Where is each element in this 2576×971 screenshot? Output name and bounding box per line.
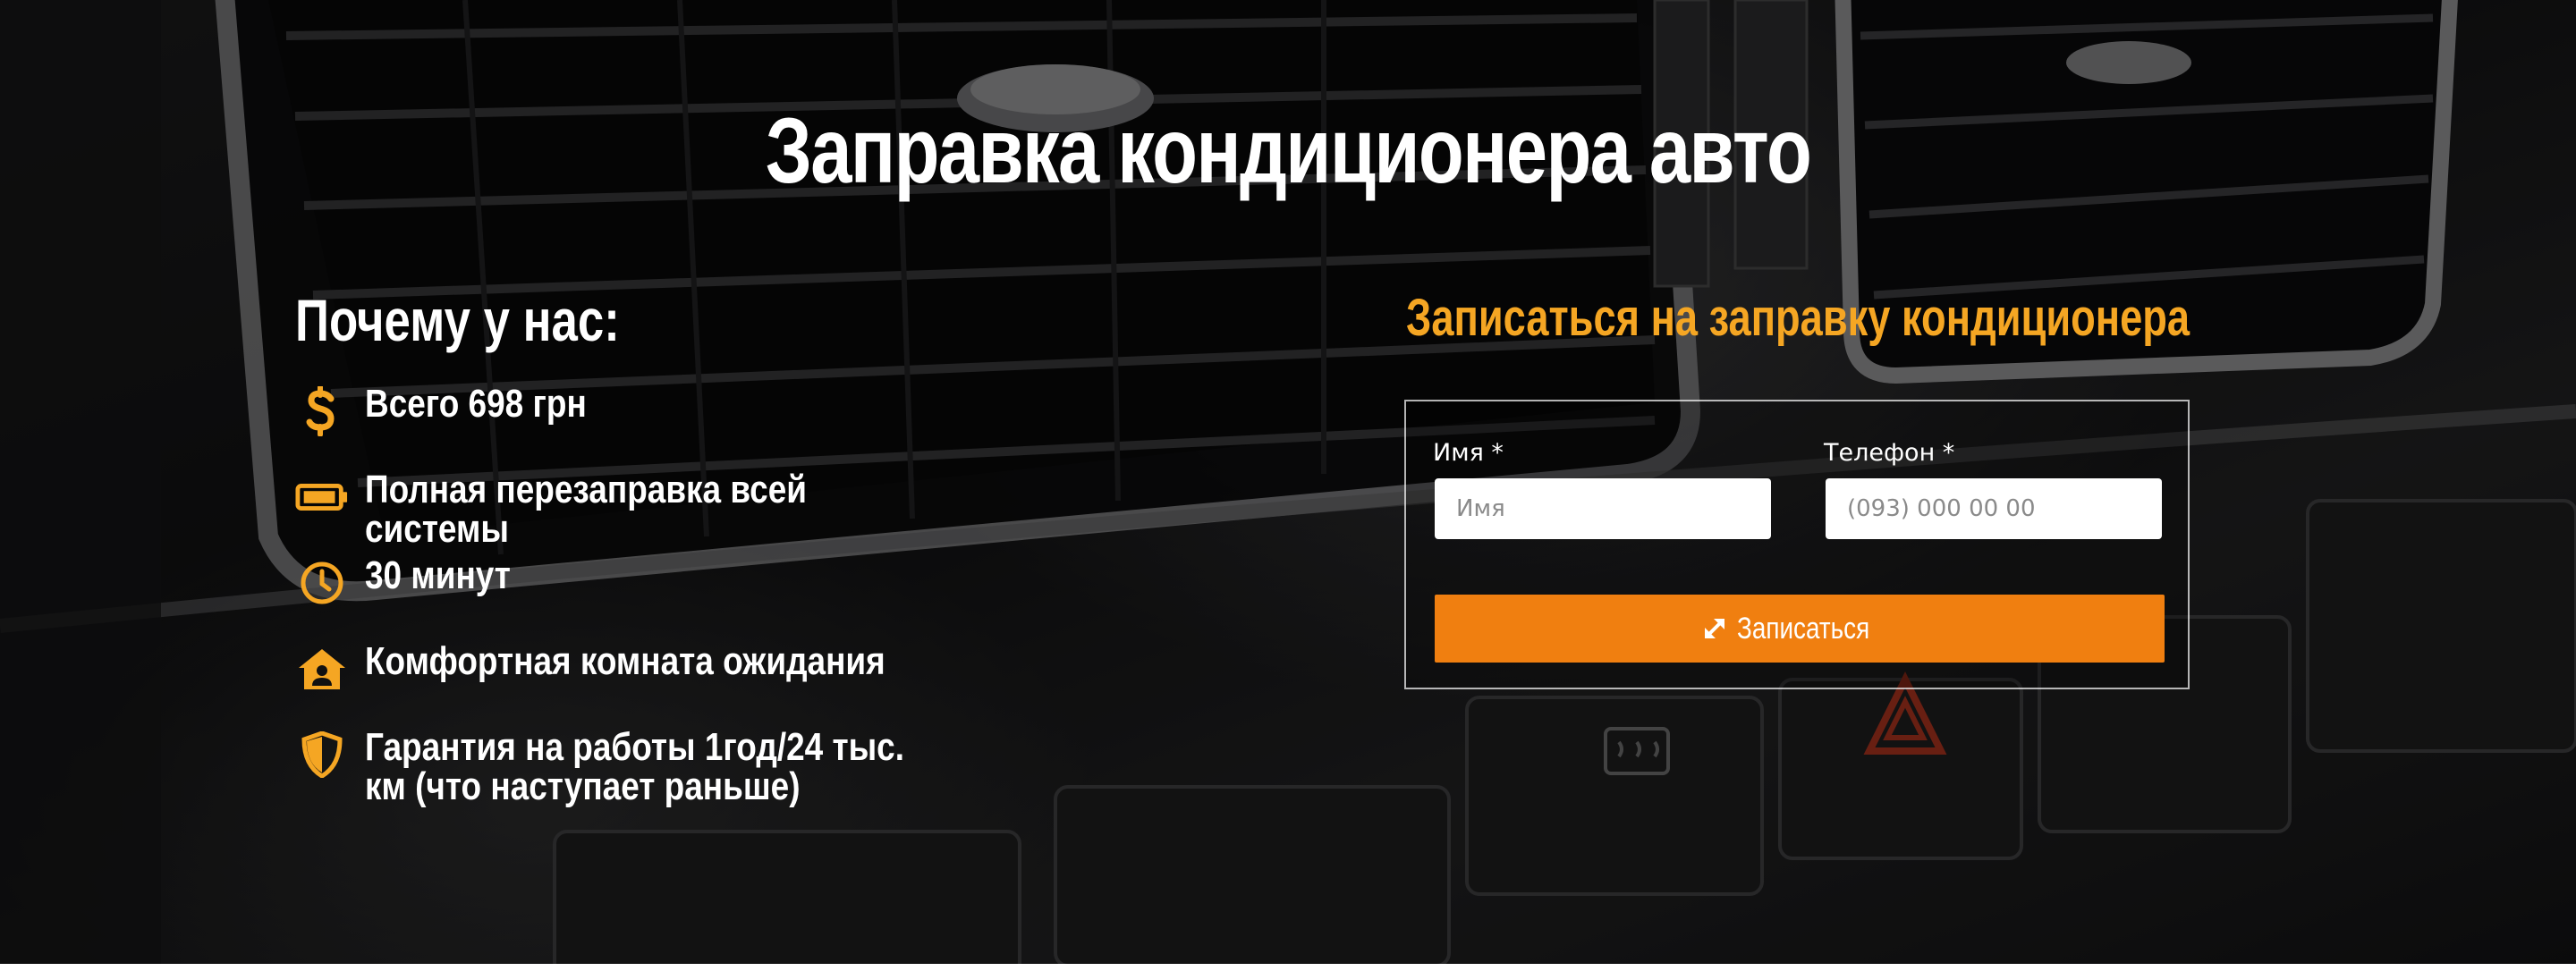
expand-arrows-icon (1701, 615, 1728, 642)
why-us-heading: Почему у нас: (295, 287, 620, 353)
phone-label: Телефон * (1824, 439, 1955, 467)
feature-text: Полная перезаправка всей системы (365, 468, 807, 551)
feature-item-time: 30 минут (295, 556, 1297, 642)
submit-label: Записаться (1736, 611, 1869, 646)
clock-icon (295, 556, 349, 610)
feature-text: Гарантия на работы 1год/24 тыс. км (что … (365, 725, 904, 808)
feature-text: Комфортная комната ожидания (365, 639, 886, 683)
appointment-form: Имя * Телефон * Записаться (1404, 400, 2190, 689)
battery-icon (295, 470, 349, 524)
submit-button[interactable]: Записаться (1435, 595, 2165, 663)
feature-text: Всего 698 грн (365, 382, 587, 426)
hero-section: Заправка кондиционера авто Почему у нас:… (0, 0, 2576, 964)
phone-input[interactable] (1826, 478, 2162, 539)
form-title: Записаться на заправку кондиционера (1406, 289, 2190, 347)
feature-text: 30 минут (365, 553, 511, 597)
feature-item-price: Всего 698 грн (295, 384, 1297, 470)
features-list: Всего 698 грн Полная перезаправка всей с… (295, 384, 1297, 814)
feature-item-warranty: Гарантия на работы 1год/24 тыс. км (что … (295, 728, 1297, 814)
dollar-icon (295, 384, 349, 438)
feature-item-waiting-room: Комфортная комната ожидания (295, 642, 1297, 728)
house-user-icon (295, 642, 349, 696)
shield-icon (295, 728, 349, 781)
feature-item-full-refill: Полная перезаправка всей системы (295, 470, 1297, 556)
name-input[interactable] (1435, 478, 1771, 539)
name-label: Имя * (1433, 439, 1504, 467)
page-title: Заправка кондиционера авто (765, 99, 1812, 203)
